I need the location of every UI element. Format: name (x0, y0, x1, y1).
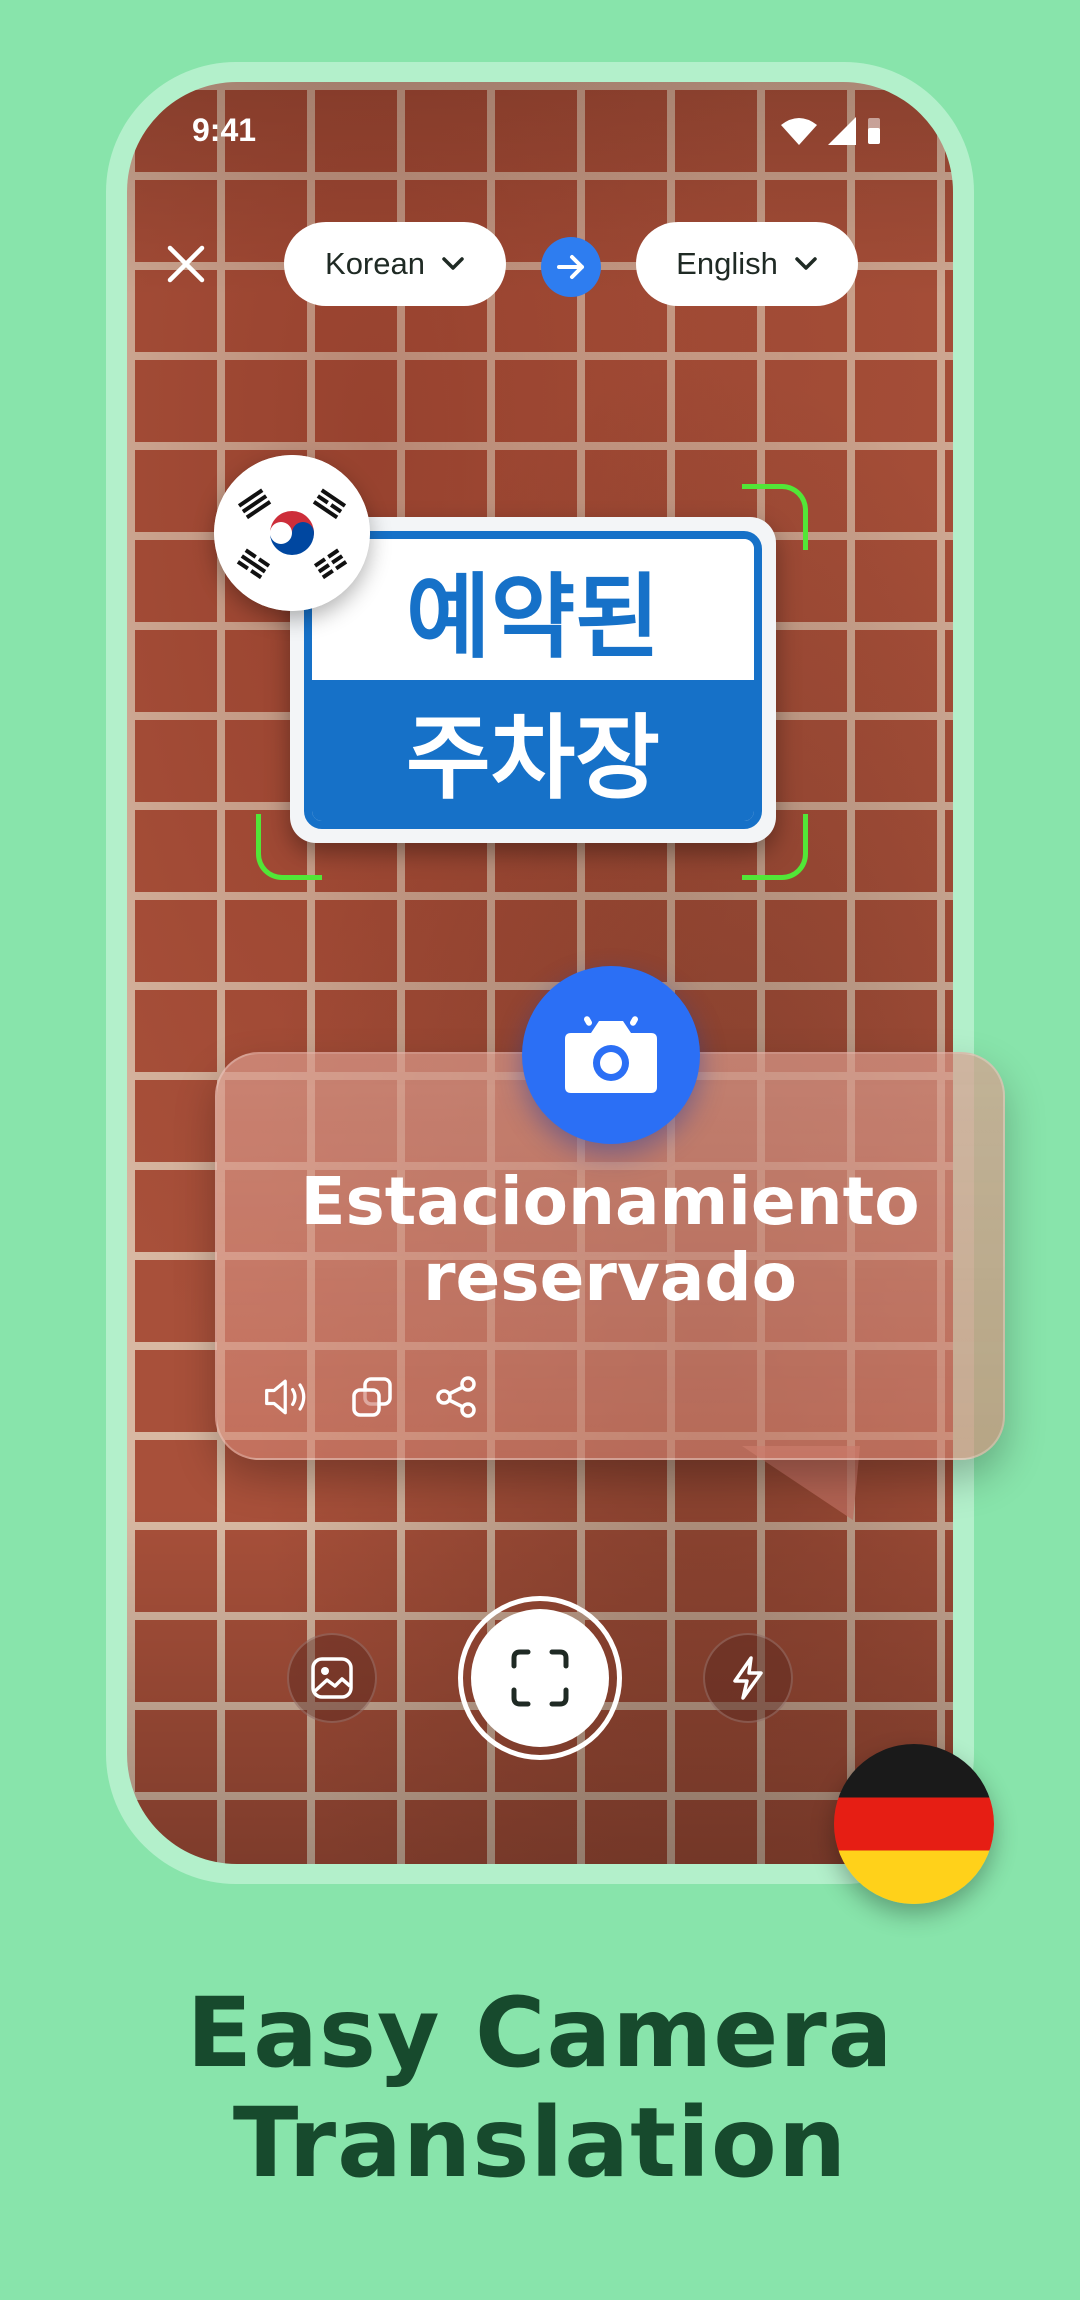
marketing-headline: Easy Camera Translation (0, 1978, 1080, 2198)
status-time: 9:41 (192, 112, 257, 148)
camera-capture-button[interactable] (522, 966, 700, 1144)
parking-sign: 예약된 주차장 (290, 517, 776, 843)
gallery-button[interactable] (287, 1633, 377, 1723)
wifi-icon (781, 118, 817, 145)
speaker-icon[interactable] (263, 1372, 313, 1422)
sign-text-bottom: 주차장 (312, 680, 754, 821)
scan-corner-bottom-right (742, 814, 808, 880)
target-language-selector[interactable]: English (636, 222, 858, 306)
headline-text: Easy Camera Translation (186, 1977, 894, 2199)
scan-corner-bottom-left (256, 814, 322, 880)
image-icon (311, 1657, 353, 1699)
sign-text-top: 예약된 (312, 539, 754, 680)
flash-button[interactable] (703, 1633, 793, 1723)
flash-icon (733, 1656, 763, 1700)
copy-icon[interactable] (347, 1372, 397, 1422)
battery-icon (868, 118, 880, 144)
share-icon[interactable] (431, 1372, 481, 1422)
germany-flag-icon (834, 1744, 994, 1904)
target-language-label: English (676, 246, 778, 281)
arrow-right-icon (557, 255, 584, 279)
source-language-selector[interactable]: Korean (284, 222, 506, 306)
close-icon (167, 245, 205, 283)
chevron-down-icon (442, 257, 464, 270)
result-actions (263, 1372, 481, 1422)
south-korea-flag-icon (214, 455, 370, 611)
scan-frame-icon (511, 1649, 569, 1707)
translated-text: Estacionamiento reservado (300, 1163, 920, 1316)
close-button[interactable] (160, 238, 212, 290)
chevron-down-icon (795, 257, 817, 270)
scan-corner-top-right (742, 484, 808, 550)
signal-icon (828, 117, 856, 145)
shutter-button[interactable] (458, 1596, 622, 1760)
status-icons (780, 116, 882, 146)
source-language-label: Korean (325, 246, 425, 281)
camera-icon (565, 1016, 657, 1093)
swap-languages-button[interactable] (541, 237, 601, 297)
